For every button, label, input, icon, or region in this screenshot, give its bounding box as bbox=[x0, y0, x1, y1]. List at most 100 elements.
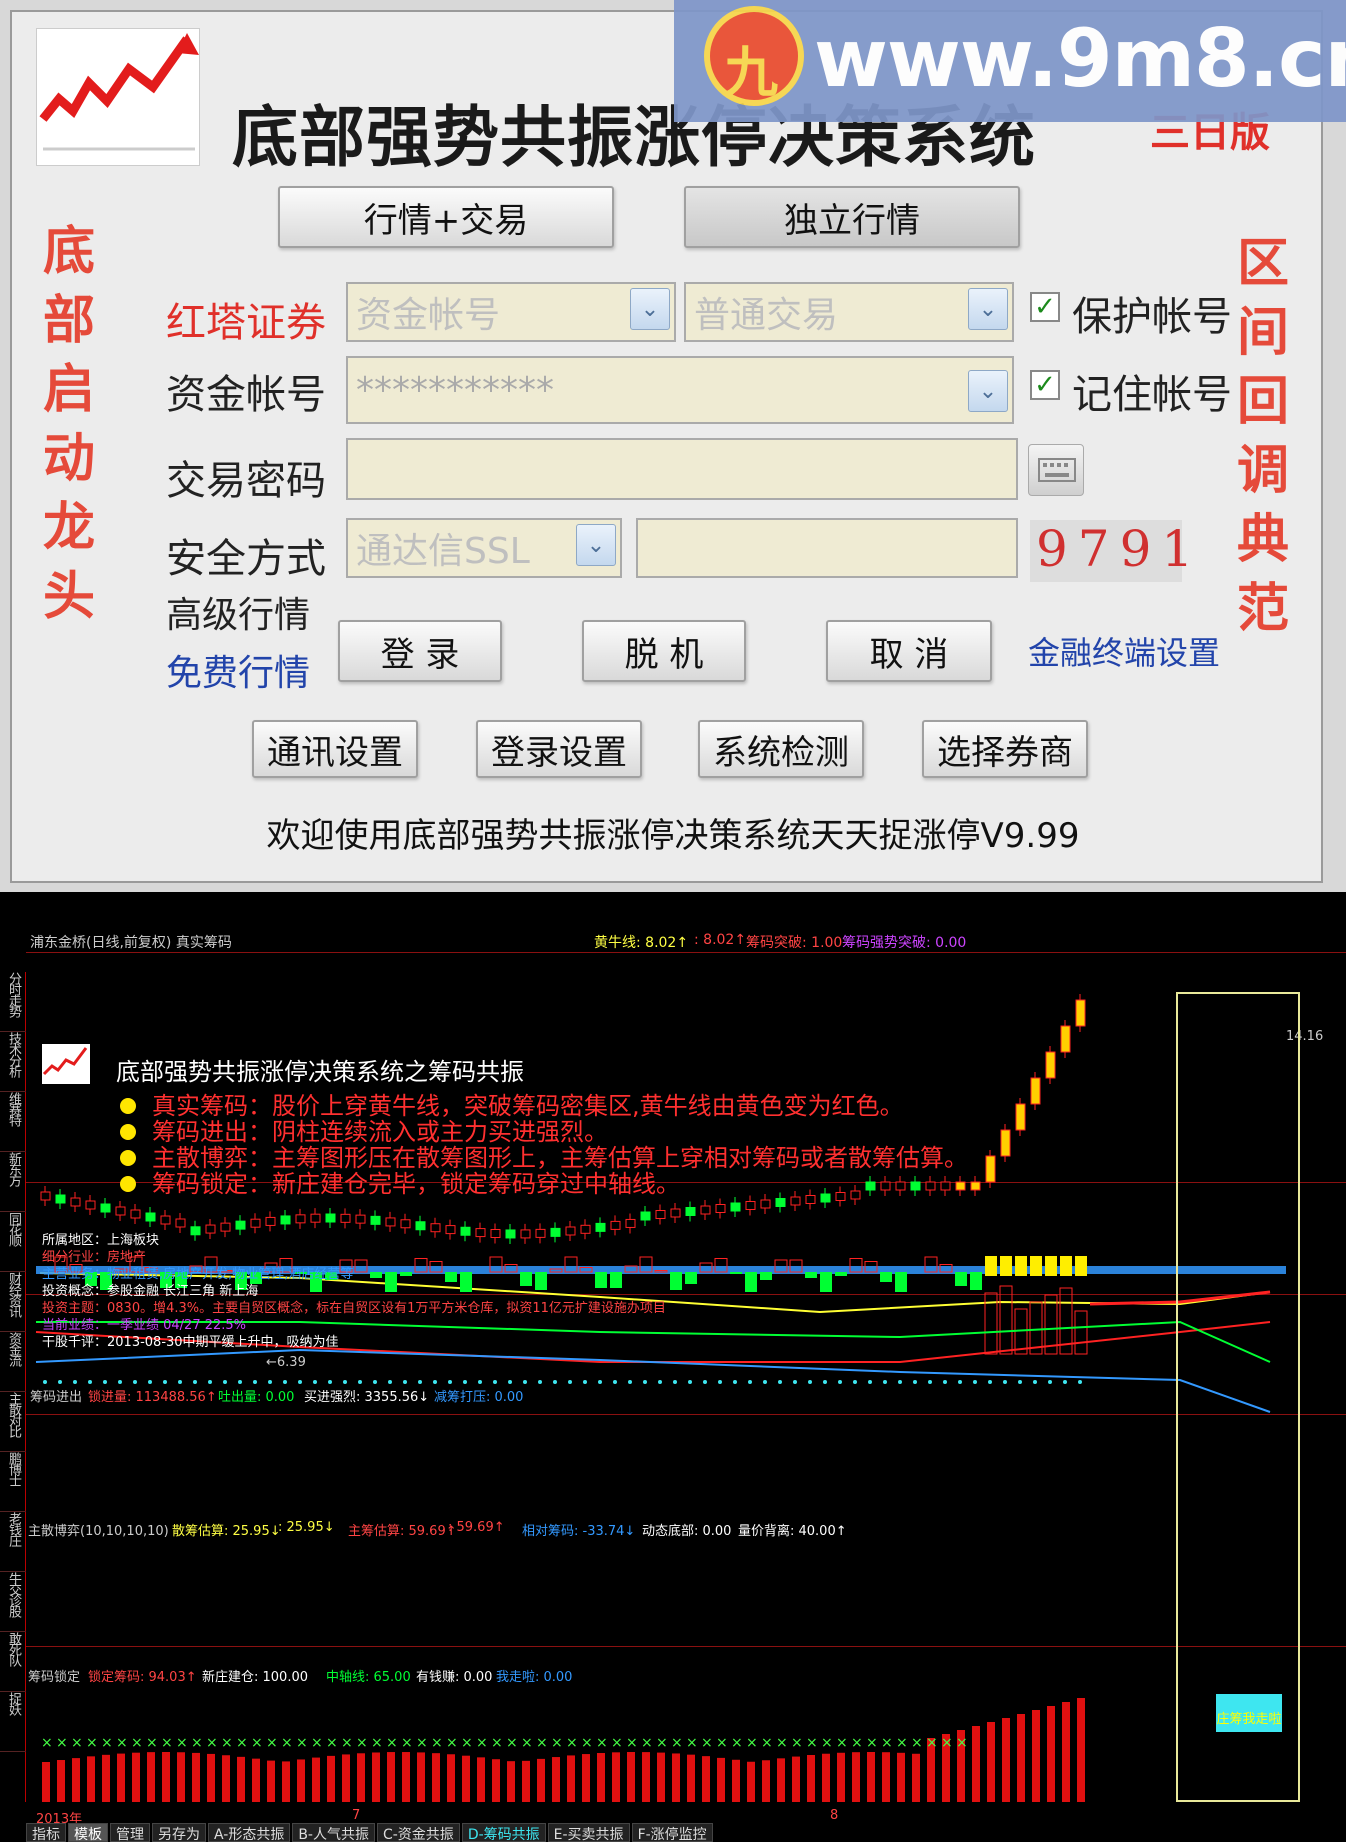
x-mark: × bbox=[71, 1735, 83, 1751]
candle bbox=[265, 1216, 276, 1226]
x-mark: × bbox=[926, 1735, 938, 1751]
x-mark: × bbox=[941, 1735, 953, 1751]
keyboard-icon[interactable] bbox=[1028, 444, 1084, 496]
tab-1[interactable]: 模板 bbox=[68, 1823, 108, 1842]
lock-bar bbox=[1002, 1718, 1010, 1802]
account-type-value: 资金帐号 bbox=[356, 295, 501, 336]
dot bbox=[568, 1380, 572, 1384]
x-mark: × bbox=[881, 1735, 893, 1751]
x-mark: × bbox=[566, 1735, 578, 1751]
chevron-down-icon[interactable]: ⌄ bbox=[968, 370, 1008, 412]
x-mark: × bbox=[956, 1735, 968, 1751]
candle bbox=[310, 1213, 321, 1223]
p4-b: 新庄建仓: 100.00 bbox=[202, 1670, 308, 1685]
x-mark: × bbox=[791, 1735, 803, 1751]
dot bbox=[853, 1380, 857, 1384]
account-type-select[interactable]: 资金帐号 ⌄ bbox=[346, 282, 676, 342]
quote-trade-button[interactable]: 行情+交易 bbox=[278, 186, 614, 248]
bar-green bbox=[520, 1272, 532, 1286]
dot bbox=[868, 1380, 872, 1384]
legend-title: 底部强势共振涨停决策系统之筹码共振 bbox=[116, 1058, 524, 1086]
candle bbox=[640, 1211, 651, 1221]
tab-9[interactable]: F-涨停监控 bbox=[631, 1823, 713, 1842]
candle bbox=[190, 1226, 201, 1236]
standalone-quote-button[interactable]: 独立行情 bbox=[684, 186, 1020, 248]
tab-0[interactable]: 指标 bbox=[26, 1823, 66, 1842]
password-label: 交易密码 bbox=[166, 458, 326, 504]
lock-bar bbox=[897, 1752, 905, 1802]
tab-6[interactable]: C-资金共振 bbox=[376, 1823, 460, 1842]
candle bbox=[385, 1217, 396, 1227]
dot bbox=[253, 1380, 257, 1384]
candle bbox=[910, 1181, 921, 1191]
bar-green bbox=[595, 1272, 607, 1288]
password-input[interactable] bbox=[346, 438, 1018, 500]
dot bbox=[133, 1380, 137, 1384]
bar-green bbox=[760, 1272, 772, 1280]
x-mark: × bbox=[746, 1735, 758, 1751]
dot bbox=[298, 1380, 302, 1384]
tab-5[interactable]: B-人气共振 bbox=[292, 1823, 375, 1842]
candle bbox=[805, 1195, 816, 1204]
tab-2[interactable]: 管理 bbox=[110, 1823, 150, 1842]
system-check-button[interactable]: 系统检测 bbox=[698, 720, 864, 778]
login-settings-button[interactable]: 登录设置 bbox=[476, 720, 642, 778]
terminal-settings-link[interactable]: 金融终端设置 bbox=[1028, 628, 1220, 674]
candle bbox=[1075, 999, 1086, 1027]
lock-bar bbox=[777, 1758, 785, 1802]
chevron-down-icon[interactable]: ⌄ bbox=[576, 524, 616, 566]
x-mark: × bbox=[41, 1735, 53, 1751]
dot bbox=[718, 1380, 722, 1384]
x-mark: × bbox=[686, 1735, 698, 1751]
x-mark: × bbox=[716, 1735, 728, 1751]
dot bbox=[313, 1380, 317, 1384]
cancel-button[interactable]: 取 消 bbox=[826, 620, 992, 682]
tab-7[interactable]: D-筹码共振 bbox=[461, 1823, 546, 1842]
tab-8[interactable]: E-买卖共振 bbox=[547, 1823, 630, 1842]
candle bbox=[85, 1200, 96, 1210]
select-broker-button[interactable]: 选择券商 bbox=[922, 720, 1088, 778]
offline-button[interactable]: 脱 机 bbox=[582, 620, 746, 682]
protect-account-checkbox[interactable]: ✓ bbox=[1030, 292, 1060, 322]
remember-account-checkbox[interactable]: ✓ bbox=[1030, 370, 1060, 400]
tab-3[interactable]: 另存为 bbox=[152, 1823, 206, 1842]
dot bbox=[673, 1380, 677, 1384]
dot bbox=[838, 1380, 842, 1384]
x-mark: × bbox=[731, 1735, 743, 1751]
dot bbox=[328, 1380, 332, 1384]
watermark-banner: 九 www.9m8.cn bbox=[674, 0, 1346, 122]
captcha-input[interactable] bbox=[636, 518, 1018, 578]
lock-bar bbox=[642, 1752, 650, 1802]
chevron-down-icon[interactable]: ⌄ bbox=[968, 288, 1008, 330]
security-select[interactable]: 通达信SSL ⌄ bbox=[346, 518, 622, 578]
candle bbox=[535, 1228, 546, 1238]
dot bbox=[688, 1380, 692, 1384]
x-mark: × bbox=[56, 1735, 68, 1751]
dot bbox=[163, 1380, 167, 1384]
p3-name: 主散博弈(10,10,10,10) bbox=[28, 1524, 169, 1539]
comm-settings-button[interactable]: 通讯设置 bbox=[252, 720, 418, 778]
captcha-image: 9791 bbox=[1030, 520, 1193, 582]
lock-bar bbox=[192, 1752, 200, 1802]
dot bbox=[223, 1380, 227, 1384]
dot bbox=[358, 1380, 362, 1384]
dot bbox=[613, 1380, 617, 1384]
bar-green bbox=[685, 1272, 697, 1284]
trade-type-select[interactable]: 普通交易 ⌄ bbox=[684, 282, 1014, 342]
login-button[interactable]: 登 录 bbox=[338, 620, 502, 682]
lock-bar bbox=[747, 1761, 755, 1802]
account-input[interactable]: *********** ⌄ bbox=[346, 356, 1014, 424]
lock-bar bbox=[852, 1752, 860, 1802]
login-dialog: 底部强势共振涨停决策系统 三日版 九 www.9m8.cn 底部启动龙头 区间回… bbox=[0, 0, 1346, 892]
dot bbox=[238, 1380, 242, 1384]
lock-bar bbox=[207, 1753, 215, 1802]
chevron-down-icon[interactable]: ⌄ bbox=[630, 288, 670, 330]
x-mark: × bbox=[326, 1735, 338, 1751]
bar-green bbox=[400, 1272, 412, 1276]
free-quote-link[interactable]: 免费行情 bbox=[166, 644, 310, 696]
dot bbox=[988, 1380, 992, 1384]
tab-4[interactable]: A-形态共振 bbox=[208, 1823, 291, 1842]
bar-yellow bbox=[1075, 1256, 1087, 1276]
lock-bar bbox=[567, 1755, 575, 1802]
x-mark: × bbox=[866, 1735, 878, 1751]
